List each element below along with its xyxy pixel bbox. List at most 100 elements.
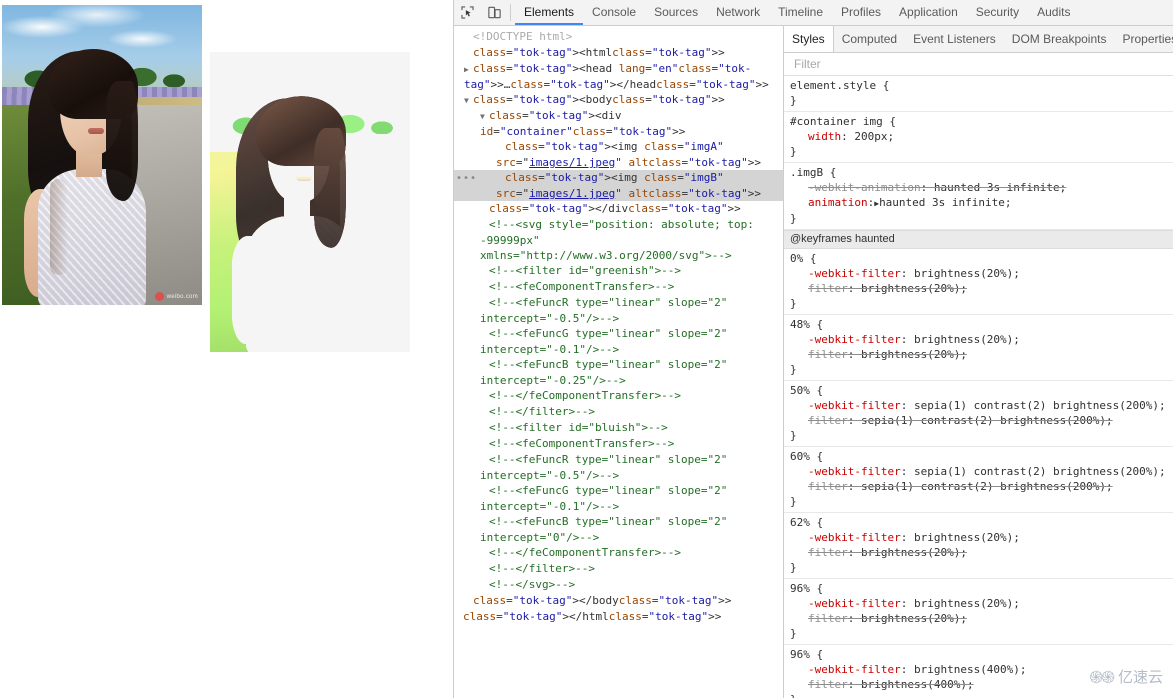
styles-tab-event-listeners[interactable]: Event Listeners bbox=[905, 26, 1004, 52]
style-declaration[interactable]: filter: brightness(20%); bbox=[790, 281, 1173, 296]
style-declaration[interactable]: filter: brightness(20%); bbox=[790, 611, 1173, 626]
styles-filter-input[interactable] bbox=[792, 56, 1165, 72]
keyframe-rule[interactable]: 50% {-webkit-filter: sepia(1) contrast(2… bbox=[784, 381, 1173, 447]
elements-panel: ▶<!DOCTYPE html>▶class="tok-tag"><htmlcl… bbox=[454, 26, 784, 698]
animation-expander-icon[interactable]: ▶ bbox=[874, 199, 879, 208]
styles-tab-styles[interactable]: Styles bbox=[784, 26, 834, 52]
dom-line-content: ▶class="tok-tag"><img class="imgB" src="… bbox=[496, 171, 761, 200]
keyframe-rule[interactable]: 96% {-webkit-filter: brightness(20%); fil… bbox=[784, 579, 1173, 645]
styles-tab-properties[interactable]: Properties bbox=[1114, 26, 1173, 52]
dom-row[interactable]: ▼ class="tok-tag"><bodyclass="tok-tag">> bbox=[454, 92, 783, 108]
dom-row[interactable]: ▶<!DOCTYPE html> bbox=[454, 29, 783, 45]
tab-elements[interactable]: Elements bbox=[515, 0, 584, 25]
tab-profiles[interactable]: Profiles bbox=[832, 0, 890, 25]
dom-row[interactable]: ▼ class="tok-tag"><div id="container"clas… bbox=[454, 108, 783, 139]
dom-row[interactable]: ▶class="tok-tag"><htmlclass="tok-tag">> bbox=[454, 45, 783, 61]
dom-row[interactable]: ▶<!--<feFuncB type="linear" slope="2" in… bbox=[454, 514, 783, 545]
dom-line-content: ▶<!--</svg>--> bbox=[454, 577, 779, 593]
style-declaration[interactable]: -webkit-filter: brightness(20%); bbox=[790, 332, 1173, 347]
style-declaration[interactable]: -webkit-filter: brightness(400%); bbox=[790, 662, 1173, 677]
device-toolbar-button[interactable] bbox=[481, 0, 508, 25]
lips bbox=[296, 175, 312, 181]
dom-row[interactable]: ▶<!--<feComponentTransfer>--> bbox=[454, 436, 783, 452]
style-rule[interactable]: .imgB {-webkit-animation: haunted 3s inf… bbox=[784, 163, 1173, 230]
dom-line-content: ▶<!--<svg style="position: absolute; top… bbox=[480, 218, 761, 262]
dom-row[interactable]: ▶<!--<filter id="greenish">--> bbox=[454, 263, 783, 279]
photo-watermark: weibo.com bbox=[154, 292, 198, 301]
dom-row[interactable]: ▶<!--</feComponentTransfer>--> bbox=[454, 388, 783, 404]
inspect-element-button[interactable] bbox=[454, 0, 481, 25]
keyframe-rule[interactable]: 62% {-webkit-filter: brightness(20%); fil… bbox=[784, 513, 1173, 579]
style-value: : brightness(20%); bbox=[900, 531, 1020, 544]
tab-security[interactable]: Security bbox=[967, 0, 1028, 25]
keyframe-rule[interactable]: 0% {-webkit-filter: brightness(20%); filt… bbox=[784, 249, 1173, 315]
dom-row[interactable]: ▶class="tok-tag"></divclass="tok-tag">> bbox=[454, 201, 783, 217]
keyframe-step: 0% { bbox=[790, 252, 817, 265]
keyframe-rule[interactable]: 48% {-webkit-filter: brightness(20%); fil… bbox=[784, 315, 1173, 381]
dom-row[interactable]: ▶class="tok-tag"><img class="imgA" src="… bbox=[454, 139, 783, 170]
image-imgb[interactable] bbox=[210, 52, 410, 352]
disclosure-triangle[interactable]: ▶ bbox=[464, 62, 473, 77]
style-declaration[interactable]: filter: brightness(20%); bbox=[790, 347, 1173, 362]
style-value: : brightness(20%); bbox=[847, 348, 967, 361]
tab-timeline[interactable]: Timeline bbox=[769, 0, 832, 25]
dom-row[interactable]: ▶<!--<feFuncG type="linear" slope="2" in… bbox=[454, 326, 783, 357]
dom-row[interactable]: ▶<!--<feComponentTransfer>--> bbox=[454, 279, 783, 295]
tab-console[interactable]: Console bbox=[583, 0, 645, 25]
style-value: : brightness(20%); bbox=[847, 546, 967, 559]
toolbar-divider bbox=[510, 4, 511, 21]
dom-row[interactable]: ▶<!--<feFuncR type="linear" slope="2" in… bbox=[454, 295, 783, 326]
style-property: -webkit-animation bbox=[808, 181, 921, 194]
style-declaration[interactable]: -webkit-filter: brightness(20%); bbox=[790, 530, 1173, 545]
style-declaration[interactable]: width: 200px; bbox=[790, 129, 1173, 144]
tab-audits[interactable]: Audits bbox=[1028, 0, 1079, 25]
dom-row-gutter-dots: ••• bbox=[456, 173, 478, 184]
keyframe-rule[interactable]: 96% {-webkit-filter: brightness(400%); fi… bbox=[784, 645, 1173, 698]
styles-tab-computed[interactable]: Computed bbox=[834, 26, 905, 52]
keyframe-close: } bbox=[790, 297, 797, 310]
style-declaration[interactable]: -webkit-filter: brightness(20%); bbox=[790, 596, 1173, 611]
style-rule[interactable]: element.style {} bbox=[784, 76, 1173, 112]
tab-sources[interactable]: Sources bbox=[645, 0, 707, 25]
dom-line-content: ▶<!--<filter id="greenish">--> bbox=[454, 263, 779, 279]
style-declaration[interactable]: -webkit-filter: brightness(20%); bbox=[790, 266, 1173, 281]
style-property: filter bbox=[808, 348, 848, 361]
dom-row[interactable]: ▶<!--<feFuncB type="linear" slope="2" in… bbox=[454, 357, 783, 388]
style-declaration[interactable]: -webkit-animation: haunted 3s infinite; bbox=[790, 180, 1173, 195]
disclosure-triangle[interactable]: ▼ bbox=[464, 93, 473, 108]
styles-tab-dom-breakpoints[interactable]: DOM Breakpoints bbox=[1004, 26, 1115, 52]
dom-line-content: ▶<!--<feFuncB type="linear" slope="2" in… bbox=[480, 358, 735, 387]
dom-row-selected[interactable]: ••• ▶class="tok-tag"><img class="imgB" sr… bbox=[454, 170, 783, 201]
style-declaration[interactable]: -webkit-filter: sepia(1) contrast(2) bri… bbox=[790, 398, 1173, 413]
image-imga[interactable]: weibo.com bbox=[2, 5, 202, 305]
disclosure-spacer: ▶ bbox=[464, 46, 473, 61]
dom-row[interactable]: ▶<!--</filter>--> bbox=[454, 561, 783, 577]
style-declaration[interactable]: filter: brightness(400%); bbox=[790, 677, 1173, 692]
style-rule[interactable]: #container img {width: 200px;} bbox=[784, 112, 1173, 163]
tab-network[interactable]: Network bbox=[707, 0, 769, 25]
dom-row[interactable]: ▶<!--</svg>--> bbox=[454, 577, 783, 593]
style-declaration[interactable]: filter: sepia(1) contrast(2) brightness(… bbox=[790, 413, 1173, 428]
dom-row[interactable]: ▶class="tok-tag"></htmlclass="tok-tag">> bbox=[454, 609, 783, 625]
disclosure-spacer: ▶ bbox=[480, 202, 489, 217]
disclosure-triangle[interactable]: ▼ bbox=[480, 109, 489, 124]
style-property: -webkit-filter bbox=[808, 399, 901, 412]
dom-row[interactable]: ▶<!--<feFuncG type="linear" slope="2" in… bbox=[454, 483, 783, 514]
dom-row[interactable]: ▶<!--</filter>--> bbox=[454, 404, 783, 420]
dom-tree[interactable]: ▶<!DOCTYPE html>▶class="tok-tag"><htmlcl… bbox=[454, 26, 783, 625]
dom-row[interactable]: ▶<!--</feComponentTransfer>--> bbox=[454, 545, 783, 561]
dom-row[interactable]: ▶<!--<filter id="bluish">--> bbox=[454, 420, 783, 436]
keyframe-rule[interactable]: 60% {-webkit-filter: sepia(1) contrast(2… bbox=[784, 447, 1173, 513]
style-declaration[interactable]: filter: brightness(20%); bbox=[790, 545, 1173, 560]
dom-line-content: ▶ class="tok-tag"><head lang="en"class="t… bbox=[464, 62, 769, 91]
style-declaration[interactable]: animation:▶haunted 3s infinite; bbox=[790, 195, 1173, 211]
styles-content[interactable]: element.style {} #container img {width: 2… bbox=[784, 76, 1173, 698]
tab-application[interactable]: Application bbox=[890, 0, 967, 25]
dom-row[interactable]: ▶<!--<svg style="position: absolute; top… bbox=[454, 217, 783, 263]
dom-row[interactable]: ▶ class="tok-tag"><head lang="en"class="t… bbox=[454, 61, 783, 92]
dom-row[interactable]: ▶class="tok-tag"></bodyclass="tok-tag">> bbox=[454, 593, 783, 609]
style-declaration[interactable]: filter: sepia(1) contrast(2) brightness(… bbox=[790, 479, 1173, 494]
style-declaration[interactable]: -webkit-filter: sepia(1) contrast(2) bri… bbox=[790, 464, 1173, 479]
dom-row[interactable]: ▶<!--<feFuncR type="linear" slope="2" in… bbox=[454, 452, 783, 483]
style-value: : brightness(20%); bbox=[847, 612, 967, 625]
